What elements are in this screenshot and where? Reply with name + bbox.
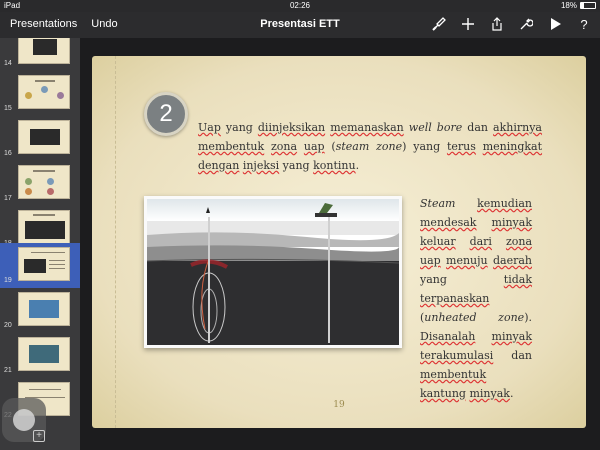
underlined-word: membentuk <box>198 140 265 153</box>
slide-thumbnail-19[interactable]: 19 <box>0 243 80 288</box>
battery-percent: 18% <box>560 1 577 10</box>
underlined-word: terakumulasi <box>420 349 494 362</box>
underlined-word: Disanalah <box>420 330 476 343</box>
slide-thumbnail-17[interactable]: 17 <box>0 161 80 206</box>
presentations-button[interactable]: Presentations <box>10 18 77 30</box>
underlined-word: terus <box>446 140 476 153</box>
underlined-word: minyak <box>491 216 532 229</box>
thumbnail-image <box>18 337 70 371</box>
thumbnail-image <box>18 210 70 244</box>
status-bar: iPad 02:26 18% <box>0 0 600 12</box>
share-icon[interactable] <box>489 16 505 32</box>
underlined-word: akhirnya <box>493 121 542 134</box>
underlined-word: membentuk <box>420 368 487 381</box>
underlined-word: meningkat <box>482 140 543 153</box>
thumbnail-image <box>18 75 70 109</box>
underlined-word: kemudian <box>477 197 532 210</box>
steam-injection-figure[interactable] <box>144 196 402 348</box>
italic-term: well bore <box>408 121 463 134</box>
toolbar: Presentations Undo Presentasi ETT ? <box>0 12 600 38</box>
alignment-guide <box>115 56 116 428</box>
underlined-word: kantung <box>420 387 466 400</box>
underlined-word: dari <box>469 235 492 248</box>
slide-number: 14 <box>4 60 12 67</box>
underlined-word: Uap <box>198 121 221 134</box>
slide-number: 21 <box>4 367 12 374</box>
underlined-word: uap <box>303 140 325 153</box>
play-icon[interactable] <box>547 16 563 32</box>
paintbrush-icon[interactable] <box>431 16 447 32</box>
slide-navigator: 14 15 16 17 18 <box>0 38 80 450</box>
italic-term: Steam <box>420 197 456 210</box>
thumbnail-image <box>18 120 70 154</box>
italic-term: steam zone <box>335 140 403 153</box>
status-right: 18% <box>561 1 596 10</box>
underlined-word: daerah <box>492 254 532 267</box>
italic-term: unheated zone <box>424 311 525 324</box>
battery-icon <box>580 2 596 9</box>
slide-thumbnail-15[interactable]: 15 <box>0 71 80 116</box>
wrench-icon[interactable] <box>518 16 534 32</box>
undo-button[interactable]: Undo <box>91 18 117 30</box>
add-slide-button[interactable]: + <box>33 430 45 442</box>
number-badge: 2 <box>144 92 188 136</box>
underlined-word: injeksi <box>242 159 280 172</box>
slide[interactable]: 2 Uap yang diinjeksikan memanaskan well … <box>92 56 586 428</box>
underlined-word: mendesak <box>420 216 477 229</box>
slide-number: 20 <box>4 322 12 329</box>
slide-canvas: 2 Uap yang diinjeksikan memanaskan well … <box>80 38 600 450</box>
clock: 02:26 <box>289 1 311 10</box>
thumbnail-image <box>18 165 70 199</box>
plus-icon[interactable] <box>460 16 476 32</box>
underlined-word: minyak <box>469 387 510 400</box>
slide-thumbnail-20[interactable]: 20 <box>0 288 80 333</box>
thumbnail-image <box>18 292 70 326</box>
paragraph-2[interactable]: Steam kemudian mendesak minyak keluar da… <box>420 194 532 403</box>
underlined-word: keluar <box>420 235 456 248</box>
help-icon[interactable]: ? <box>576 16 592 32</box>
underlined-word: zona <box>271 140 298 153</box>
underlined-word: terpanaskan <box>420 292 490 305</box>
underlined-word: memanaskan <box>330 121 404 134</box>
thumbnail-image <box>18 38 70 64</box>
slide-number: 15 <box>4 105 12 112</box>
slide-thumbnail-21[interactable]: 21 <box>0 333 80 378</box>
underlined-word: tidak <box>503 273 532 286</box>
slide-number: 16 <box>4 150 12 157</box>
underlined-word: uap <box>420 254 441 267</box>
underlined-word: kontinu <box>313 159 356 172</box>
slide-thumbnail-14[interactable]: 14 <box>0 38 80 71</box>
slide-number: 19 <box>4 277 12 284</box>
slide-number: 17 <box>4 195 12 202</box>
underlined-word: minyak <box>491 330 532 343</box>
page-number: 19 <box>333 400 345 410</box>
underlined-word: diinjeksikan <box>257 121 326 134</box>
steam-injection-diagram <box>146 199 400 345</box>
paragraph-1[interactable]: Uap yang diinjeksikan memanaskan well bo… <box>198 118 542 175</box>
underlined-word: menuju <box>446 254 488 267</box>
thumbnail-image <box>18 247 70 281</box>
slide-thumbnail-16[interactable]: 16 <box>0 116 80 161</box>
underlined-word: dengan <box>198 159 240 172</box>
underlined-word: zona <box>505 235 532 248</box>
